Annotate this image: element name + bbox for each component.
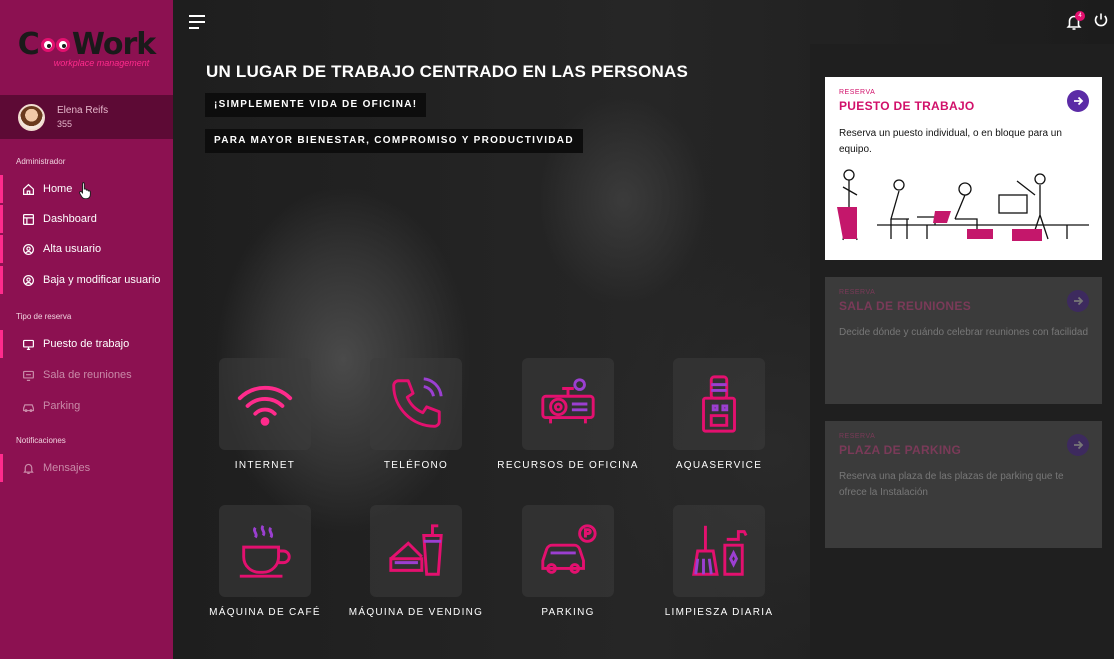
- sidebar-item-label: Sala de reuniones: [43, 369, 132, 381]
- service-label: TELÉFONO: [383, 460, 449, 471]
- service-maquina-cafe[interactable]: MÁQUINA DE CAFÉ: [189, 505, 341, 618]
- card-description: Reserva una plaza de las plazas de parki…: [839, 471, 1064, 498]
- sidebar-item-baja-modificar[interactable]: Baja y modificar usuario: [0, 266, 173, 294]
- parking-car-icon: [541, 524, 597, 574]
- logo-text-right: Work: [71, 27, 156, 62]
- sidebar-item-home[interactable]: Home: [0, 175, 173, 203]
- logo[interactable]: C Work workplace management: [0, 0, 173, 95]
- section-title-notificaciones: Notificaciones: [16, 436, 66, 445]
- avatar: [18, 103, 45, 131]
- home-icon: [21, 182, 35, 196]
- sidebar-item-alta-usuario[interactable]: Alta usuario: [0, 235, 173, 263]
- service-internet[interactable]: INTERNET: [189, 358, 341, 471]
- team-illustration: [837, 169, 1089, 241]
- user-id: 355: [57, 119, 73, 129]
- dashboard-icon: [21, 212, 35, 226]
- meeting-icon: [21, 368, 35, 382]
- service-label: MÁQUINA DE CAFÉ: [209, 607, 321, 618]
- service-limpieza[interactable]: LIMPIESZA DIARIA: [643, 505, 795, 618]
- arrow-right-icon[interactable]: [1067, 90, 1089, 112]
- car-icon: [21, 399, 35, 413]
- sidebar-item-label: Puesto de trabajo: [43, 338, 130, 350]
- card-type: RESERVA: [839, 289, 876, 296]
- logo-eyes-icon: [40, 37, 70, 52]
- cleaning-icon: [692, 525, 748, 576]
- service-maquina-vending[interactable]: MÁQUINA DE VENDING: [340, 505, 492, 618]
- projector-icon: [541, 378, 595, 424]
- service-label: MÁQUINA DE VENDING: [348, 607, 484, 618]
- card-sala-reuniones[interactable]: RESERVA SALA DE REUNIONES Decide dónde y…: [825, 277, 1102, 404]
- card-plaza-parking[interactable]: RESERVA PLAZA DE PARKING Reserva una pla…: [825, 421, 1102, 548]
- hero-tag-2: PARA MAYOR BIENESTAR, COMPROMISO Y PRODU…: [205, 129, 583, 153]
- sidebar-item-label: Mensajes: [43, 462, 91, 474]
- card-title: PUESTO DE TRABAJO: [839, 99, 975, 113]
- arrow-right-icon[interactable]: [1067, 434, 1089, 456]
- coffee-cup-icon: [239, 524, 291, 578]
- card-type: RESERVA: [839, 89, 876, 96]
- cursor-hand-icon: [79, 182, 91, 199]
- wifi-icon: [237, 385, 293, 426]
- menu-toggle-icon[interactable]: [189, 15, 205, 29]
- card-description: Decide dónde y cuándo celebrar reuniones…: [839, 327, 1089, 338]
- sidebar: C Work workplace management Elena Reifs …: [0, 0, 173, 659]
- arrow-right-icon[interactable]: [1067, 290, 1089, 312]
- card-title: SALA DE REUNIONES: [839, 299, 972, 313]
- monitor-icon: [21, 337, 35, 351]
- card-puesto-trabajo[interactable]: RESERVA PUESTO DE TRABAJO Reserva un pue…: [825, 77, 1102, 260]
- sidebar-item-puesto[interactable]: Puesto de trabajo: [0, 330, 173, 358]
- user-name: Elena Reifs: [57, 105, 109, 116]
- power-icon[interactable]: [1093, 12, 1109, 28]
- service-label: INTERNET: [234, 460, 296, 471]
- card-type: RESERVA: [839, 433, 876, 440]
- service-label: RECURSOS DE OFICINA: [497, 460, 639, 471]
- hero-tag-1: ¡SIMPLEMENTE VIDA DE OFICINA!: [205, 93, 427, 117]
- card-title: PLAZA DE PARKING: [839, 443, 962, 457]
- sidebar-item-parking[interactable]: Parking: [0, 392, 173, 420]
- sidebar-item-label: Dashboard: [43, 213, 97, 225]
- bell-icon: [21, 461, 35, 475]
- page-title: UN LUGAR DE TRABAJO CENTRADO EN LAS PERS…: [206, 62, 688, 81]
- logo-tagline: workplace management: [53, 58, 150, 68]
- vending-icon: [389, 524, 443, 576]
- service-label: AQUASERVICE: [675, 460, 763, 471]
- section-title-reserva: Tipo de reserva: [16, 312, 72, 321]
- sidebar-item-label: Parking: [43, 400, 81, 412]
- service-label: LIMPIESZA DIARIA: [664, 607, 774, 618]
- sidebar-item-label: Home: [43, 183, 73, 195]
- sidebar-item-sala[interactable]: Sala de reuniones: [0, 361, 173, 389]
- sidebar-item-mensajes[interactable]: Mensajes: [0, 454, 173, 482]
- service-telefono[interactable]: TELÉFONO: [340, 358, 492, 471]
- service-parking[interactable]: PARKING: [492, 505, 644, 618]
- service-label: PARKING: [541, 607, 595, 618]
- sidebar-item-dashboard[interactable]: Dashboard: [0, 205, 173, 233]
- logo-text-left: C: [17, 27, 40, 62]
- user-profile[interactable]: Elena Reifs 355: [0, 95, 173, 139]
- section-title-admin: Administrador: [16, 157, 66, 166]
- user-edit-icon: [21, 273, 35, 287]
- logo-wordmark: C Work: [17, 27, 156, 62]
- sidebar-item-label: Alta usuario: [43, 243, 102, 255]
- card-description: Reserva un puesto individual, o en bloqu…: [839, 128, 1062, 155]
- water-dispenser-icon: [702, 375, 736, 433]
- phone-icon: [392, 377, 443, 428]
- service-recursos-oficina[interactable]: RECURSOS DE OFICINA: [492, 358, 644, 471]
- service-aquaservice[interactable]: AQUASERVICE: [643, 358, 795, 471]
- user-add-icon: [21, 242, 35, 256]
- notification-badge: 4: [1075, 11, 1085, 21]
- sidebar-item-label: Baja y modificar usuario: [43, 274, 161, 286]
